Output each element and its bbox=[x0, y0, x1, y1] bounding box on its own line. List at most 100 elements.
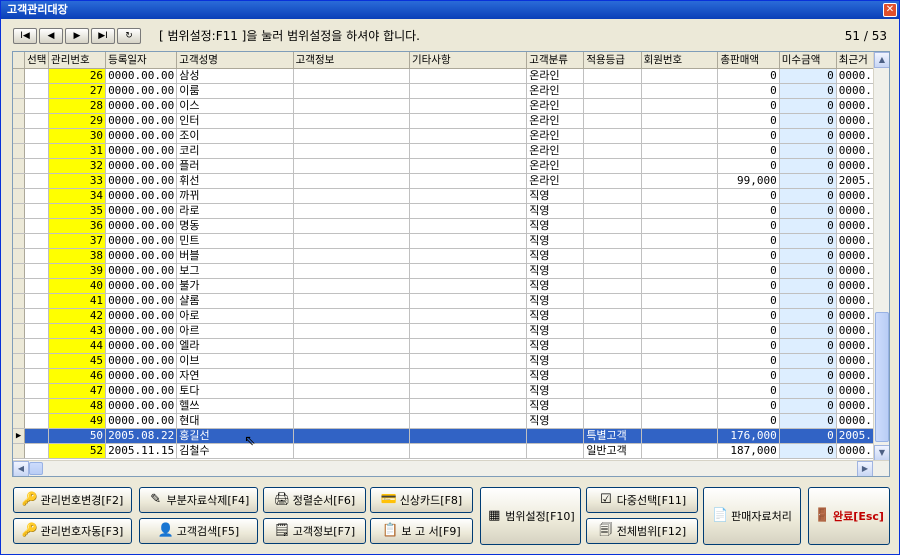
row-indicator[interactable] bbox=[13, 188, 26, 204]
cell-select[interactable] bbox=[24, 383, 50, 399]
col-header-unpaid[interactable]: 미수금액 bbox=[779, 52, 837, 69]
cell-info[interactable] bbox=[293, 383, 410, 399]
cell-unpaid[interactable]: 0 bbox=[779, 368, 837, 384]
cell-notes[interactable] bbox=[409, 263, 528, 279]
cell-category[interactable]: 온라인 bbox=[526, 173, 585, 189]
table-row[interactable]: 39 0000.00.00 보그 직영 0 0 0000. bbox=[13, 263, 875, 279]
cell-grade[interactable] bbox=[583, 218, 642, 234]
cell-name[interactable]: 라로 bbox=[176, 203, 294, 219]
cell-mgmt-no[interactable]: 30 bbox=[48, 128, 107, 144]
cell-info[interactable] bbox=[293, 428, 410, 444]
cell-notes[interactable] bbox=[409, 158, 528, 174]
cell-recent[interactable]: 0000. bbox=[836, 113, 875, 129]
multi-select-button[interactable]: ☑ 다중선택[F11] bbox=[586, 487, 698, 513]
cell-info[interactable] bbox=[293, 263, 410, 279]
cell-recent[interactable]: 0000. bbox=[836, 263, 875, 279]
row-indicator[interactable]: ▶ bbox=[13, 428, 26, 444]
col-header-mgmt-no[interactable]: 관리번호 bbox=[48, 52, 107, 69]
row-indicator[interactable] bbox=[13, 248, 26, 264]
cell-member-no[interactable] bbox=[641, 323, 719, 339]
cell-notes[interactable] bbox=[409, 233, 528, 249]
cell-total-sales[interactable]: 0 bbox=[717, 158, 780, 174]
cell-grade[interactable]: 일반고객 bbox=[583, 443, 642, 459]
cell-recent[interactable]: 0000. bbox=[836, 218, 875, 234]
cell-member-no[interactable] bbox=[641, 353, 719, 369]
cell-info[interactable] bbox=[293, 398, 410, 414]
cell-info[interactable] bbox=[293, 218, 410, 234]
cell-name[interactable]: 휘선 bbox=[176, 173, 294, 189]
cell-recent[interactable]: 0000. bbox=[836, 203, 875, 219]
cell-name[interactable]: 민트 bbox=[176, 233, 294, 249]
cell-name[interactable]: 명동 bbox=[176, 218, 294, 234]
cell-select[interactable] bbox=[24, 323, 50, 339]
cell-recent[interactable]: 0000. bbox=[836, 98, 875, 114]
cell-member-no[interactable] bbox=[641, 398, 719, 414]
cell-mgmt-no[interactable]: 27 bbox=[48, 83, 107, 99]
cell-reg-date[interactable]: 0000.00.00 bbox=[105, 203, 178, 219]
row-indicator[interactable] bbox=[13, 68, 26, 84]
cell-mgmt-no[interactable]: 46 bbox=[48, 368, 107, 384]
cell-total-sales[interactable]: 0 bbox=[717, 143, 780, 159]
row-indicator[interactable] bbox=[13, 398, 26, 414]
cell-unpaid[interactable]: 0 bbox=[779, 263, 837, 279]
col-header-grade[interactable]: 적용등급 bbox=[583, 52, 642, 69]
table-row[interactable]: 26 0000.00.00 삼성 온라인 0 0 0000. bbox=[13, 68, 875, 84]
cell-recent[interactable]: 0000. bbox=[836, 338, 875, 354]
row-indicator[interactable] bbox=[13, 368, 26, 384]
cell-category[interactable]: 직영 bbox=[526, 278, 585, 294]
cell-grade[interactable] bbox=[583, 398, 642, 414]
cell-recent[interactable]: 0000. bbox=[836, 83, 875, 99]
row-indicator[interactable] bbox=[13, 323, 26, 339]
cell-reg-date[interactable]: 0000.00.00 bbox=[105, 68, 178, 84]
col-header-name[interactable]: 고객성명 bbox=[176, 52, 294, 69]
table-row[interactable]: 45 0000.00.00 이브 직영 0 0 0000. bbox=[13, 353, 875, 369]
cell-select[interactable] bbox=[24, 203, 50, 219]
partial-delete-button[interactable]: ✎ 부분자료삭제[F4] bbox=[139, 487, 258, 513]
cell-unpaid[interactable]: 0 bbox=[779, 233, 837, 249]
table-row[interactable]: 48 0000.00.00 헬쓰 직영 0 0 0000. bbox=[13, 398, 875, 414]
cell-name[interactable]: 샬롬 bbox=[176, 293, 294, 309]
cell-member-no[interactable] bbox=[641, 83, 719, 99]
row-indicator[interactable] bbox=[13, 293, 26, 309]
cell-grade[interactable] bbox=[583, 413, 642, 429]
cell-info[interactable] bbox=[293, 308, 410, 324]
cell-mgmt-no[interactable]: 35 bbox=[48, 203, 107, 219]
row-indicator[interactable] bbox=[13, 278, 26, 294]
row-indicator[interactable] bbox=[13, 98, 26, 114]
cell-member-no[interactable] bbox=[641, 248, 719, 264]
cell-member-no[interactable] bbox=[641, 233, 719, 249]
cell-reg-date[interactable]: 2005.08.22 bbox=[105, 428, 178, 444]
col-header-category[interactable]: 고객분류 bbox=[526, 52, 585, 69]
cell-grade[interactable] bbox=[583, 158, 642, 174]
cell-name[interactable]: 삼성 bbox=[176, 68, 294, 84]
cell-select[interactable] bbox=[24, 188, 50, 204]
cell-name[interactable]: 까뀌 bbox=[176, 188, 294, 204]
cell-info[interactable] bbox=[293, 248, 410, 264]
cell-mgmt-no[interactable]: 50 bbox=[48, 428, 107, 444]
table-row[interactable]: ▶ 50 2005.08.22 홍길선 특별고객 176,000 0 2005. bbox=[13, 428, 875, 444]
cell-reg-date[interactable]: 0000.00.00 bbox=[105, 398, 178, 414]
cell-mgmt-no[interactable]: 44 bbox=[48, 338, 107, 354]
cell-total-sales[interactable]: 0 bbox=[717, 83, 780, 99]
horizontal-scrollbar[interactable]: ◀ ▶ bbox=[13, 460, 889, 476]
cell-category[interactable]: 온라인 bbox=[526, 113, 585, 129]
cell-select[interactable] bbox=[24, 83, 50, 99]
cell-member-no[interactable] bbox=[641, 443, 719, 459]
customer-grid[interactable]: 선택 관리번호 등록일자 고객성명 고객정보 기타사항 고객분류 적용등급 회원… bbox=[12, 51, 890, 477]
personal-card-button[interactable]: 💳 신상카드[F8] bbox=[370, 487, 473, 513]
cell-info[interactable] bbox=[293, 188, 410, 204]
cell-reg-date[interactable]: 0000.00.00 bbox=[105, 308, 178, 324]
cell-grade[interactable] bbox=[583, 323, 642, 339]
cell-recent[interactable]: 0000. bbox=[836, 308, 875, 324]
cell-category[interactable]: 직영 bbox=[526, 293, 585, 309]
cell-mgmt-no[interactable]: 52 bbox=[48, 443, 107, 459]
cell-select[interactable] bbox=[24, 428, 50, 444]
cell-info[interactable] bbox=[293, 158, 410, 174]
cell-grade[interactable] bbox=[583, 338, 642, 354]
cell-info[interactable] bbox=[293, 353, 410, 369]
cell-select[interactable] bbox=[24, 98, 50, 114]
cell-grade[interactable] bbox=[583, 233, 642, 249]
cell-member-no[interactable] bbox=[641, 158, 719, 174]
table-row[interactable]: 44 0000.00.00 엘라 직영 0 0 0000. bbox=[13, 338, 875, 354]
cell-select[interactable] bbox=[24, 218, 50, 234]
